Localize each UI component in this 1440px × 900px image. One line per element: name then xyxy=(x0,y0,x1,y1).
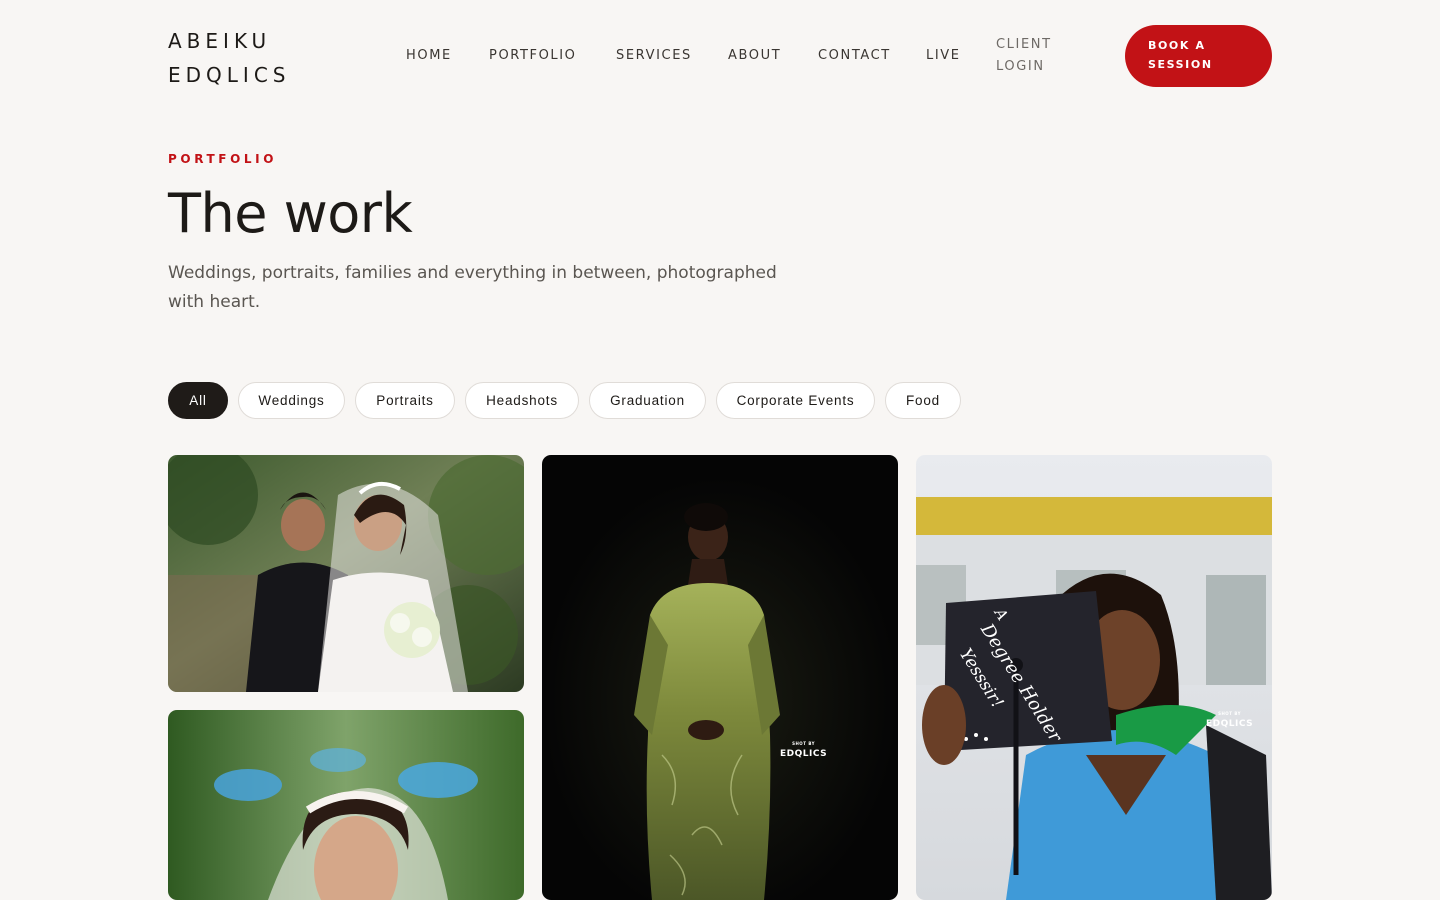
page-title: The work xyxy=(168,182,413,245)
watermark-name: EDQLICS xyxy=(1206,719,1254,729)
gallery-photo-green-dress-portrait[interactable]: SHOT BY EDQLICS xyxy=(542,455,898,900)
nav-services-link[interactable]: SERVICES xyxy=(616,48,692,64)
client-login-link[interactable]: CLIENT LOGIN xyxy=(996,34,1052,78)
green-dress-portrait-image xyxy=(542,455,898,900)
client-login-line1: CLIENT xyxy=(996,37,1052,52)
filter-headshots[interactable]: Headshots xyxy=(465,382,579,419)
filter-food[interactable]: Food xyxy=(885,382,961,419)
nav-contact-link[interactable]: CONTACT xyxy=(818,48,891,64)
nav-live-link[interactable]: LIVE xyxy=(926,48,961,64)
filter-graduation[interactable]: Graduation xyxy=(589,382,706,419)
book-session-line1: BOOK A xyxy=(1148,39,1206,52)
nav-portfolio-link[interactable]: PORTFOLIO xyxy=(489,48,577,64)
book-session-line2: SESSION xyxy=(1148,58,1213,71)
filter-weddings[interactable]: Weddings xyxy=(238,382,345,419)
gallery-photo-wedding-couple[interactable] xyxy=(168,455,524,692)
book-session-button[interactable]: BOOK A SESSION xyxy=(1125,25,1272,87)
brand-logo-line2: EDQLICS xyxy=(168,63,291,87)
gallery-photo-graduation[interactable]: A Degree Holder Yesssir! SHOT BY EDQLICS xyxy=(916,455,1272,900)
brand-logo-line1: ABEIKU xyxy=(168,29,272,53)
bride-portrait-image xyxy=(168,710,524,900)
page-lead: Weddings, portraits, families and everyt… xyxy=(168,263,777,312)
watermark-top: SHOT BY xyxy=(792,741,816,746)
watermark-top: SHOT BY xyxy=(1218,711,1242,716)
client-login-line2: LOGIN xyxy=(996,59,1045,74)
nav-home-link[interactable]: HOME xyxy=(406,48,452,64)
wedding-couple-image xyxy=(168,455,524,692)
filter-all[interactable]: All xyxy=(168,382,228,419)
brand-logo[interactable]: ABEIKU EDQLICS xyxy=(168,24,290,92)
photographer-watermark: SHOT BY EDQLICS xyxy=(1206,709,1253,729)
filter-corporate-events[interactable]: Corporate Events xyxy=(716,382,875,419)
gallery-photo-bride-portrait[interactable] xyxy=(168,710,524,900)
nav-about-link[interactable]: ABOUT xyxy=(728,48,781,64)
filter-portraits[interactable]: Portraits xyxy=(355,382,455,419)
section-eyebrow: PORTFOLIO xyxy=(168,152,277,166)
watermark-name: EDQLICS xyxy=(780,749,828,759)
photographer-watermark: SHOT BY EDQLICS xyxy=(780,739,827,759)
